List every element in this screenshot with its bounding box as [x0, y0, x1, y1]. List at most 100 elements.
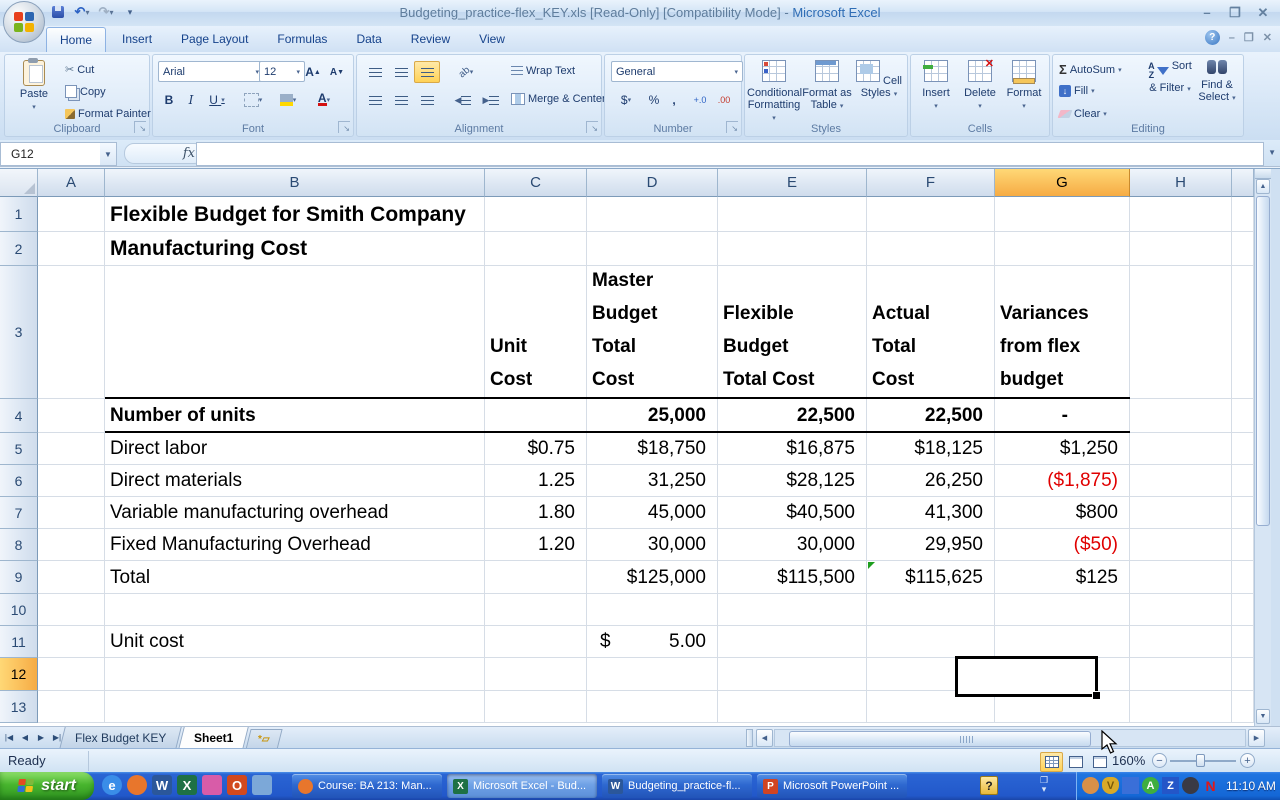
cell-A2[interactable]: [38, 232, 105, 266]
horizontal-split-handle[interactable]: [746, 729, 753, 747]
column-header-H[interactable]: H: [1130, 169, 1232, 197]
workbook-minimize-button[interactable]: –: [1229, 32, 1235, 44]
cell-G9[interactable]: $125: [995, 561, 1130, 594]
font-color-button[interactable]: A ▾: [307, 89, 341, 111]
cut-button[interactable]: ✂ Cut: [63, 62, 96, 77]
cell-C2[interactable]: [485, 232, 587, 266]
column-header-partial[interactable]: [1232, 169, 1254, 197]
format-painter-button[interactable]: Format Painter: [63, 107, 153, 121]
cell-G1[interactable]: [995, 197, 1130, 232]
expand-formula-bar-icon[interactable]: ▼: [1268, 148, 1276, 157]
number-dialog-launcher[interactable]: ↘: [726, 121, 738, 133]
align-right-button[interactable]: [414, 89, 440, 111]
row-header-1[interactable]: 1: [0, 197, 38, 232]
cell-H7[interactable]: [1130, 497, 1232, 529]
cell-D9[interactable]: $125,000: [587, 561, 718, 594]
pink-key-icon[interactable]: [202, 775, 222, 795]
cell-D8[interactable]: 30,000: [587, 529, 718, 561]
excel-icon[interactable]: X: [177, 775, 197, 795]
cell-C7[interactable]: 1.80: [485, 497, 587, 529]
row-header-10[interactable]: 10: [0, 594, 38, 626]
cell-D7[interactable]: 45,000: [587, 497, 718, 529]
cell-E12[interactable]: [718, 658, 867, 691]
increase-indent-button[interactable]: ▶: [477, 89, 505, 111]
format-as-table-button[interactable]: Format as Table ▾: [801, 60, 853, 113]
underline-button[interactable]: U ▾: [202, 89, 232, 111]
cell-G5[interactable]: $1,250: [995, 433, 1130, 465]
cell-E3[interactable]: Flexible Budget Total Cost: [718, 266, 867, 399]
cell-B13[interactable]: [105, 691, 485, 723]
cell-E2[interactable]: [718, 232, 867, 266]
row-header-6[interactable]: 6: [0, 465, 38, 497]
cell-A7[interactable]: [38, 497, 105, 529]
internet-explorer-icon[interactable]: e: [102, 775, 122, 795]
row-header-11[interactable]: 11: [0, 626, 38, 658]
cell-B11[interactable]: Unit cost: [105, 626, 485, 658]
close-button[interactable]: ✕: [1254, 5, 1272, 21]
align-left-button[interactable]: [362, 89, 388, 111]
conditional-formatting-button[interactable]: Conditional Formatting ▾: [747, 60, 802, 125]
cell-D3[interactable]: Master Budget Total Cost: [587, 266, 718, 399]
cell-I2[interactable]: [1232, 232, 1254, 266]
row-header-8[interactable]: 8: [0, 529, 38, 561]
cell-A1[interactable]: [38, 197, 105, 232]
cell-B12[interactable]: [105, 658, 485, 691]
column-header-E[interactable]: E: [718, 169, 867, 197]
vertical-scroll-thumb[interactable]: [1256, 196, 1270, 526]
paste-button[interactable]: Paste ▾: [11, 58, 57, 114]
font-size-select[interactable]: 12 ▾: [259, 61, 305, 82]
cell-H12[interactable]: [1130, 658, 1232, 691]
autosum-button[interactable]: Σ AutoSum ▾: [1057, 61, 1124, 78]
cell-G8[interactable]: ($50): [995, 529, 1130, 561]
insert-function-button[interactable]: fx: [124, 143, 204, 164]
sheet-tab-flex-budget-key[interactable]: Flex Budget KEY: [59, 727, 183, 749]
office-button[interactable]: [3, 1, 45, 43]
cell-H10[interactable]: [1130, 594, 1232, 626]
cell-E1[interactable]: [718, 197, 867, 232]
cell-I10[interactable]: [1232, 594, 1254, 626]
selected-cell-G12[interactable]: [955, 656, 1101, 700]
cell-C9[interactable]: [485, 561, 587, 594]
cell-A6[interactable]: [38, 465, 105, 497]
cell-C5[interactable]: $0.75: [485, 433, 587, 465]
cell-D4[interactable]: 25,000: [587, 399, 718, 433]
orange-ball-icon[interactable]: [1082, 777, 1099, 794]
find-select-button[interactable]: Find & Select ▾: [1195, 60, 1239, 105]
cell-H9[interactable]: [1130, 561, 1232, 594]
cell-F7[interactable]: 41,300: [867, 497, 995, 529]
zoom-in-button[interactable]: +: [1240, 753, 1255, 768]
row-header-5[interactable]: 5: [0, 433, 38, 465]
row-header-3[interactable]: 3: [0, 266, 38, 399]
cell-I7[interactable]: [1232, 497, 1254, 529]
column-header-C[interactable]: C: [485, 169, 587, 197]
cell-I8[interactable]: [1232, 529, 1254, 561]
cell-F10[interactable]: [867, 594, 995, 626]
name-box-dropdown[interactable]: ▼: [100, 142, 117, 166]
cell-A8[interactable]: [38, 529, 105, 561]
insert-worksheet-button[interactable]: *▱: [245, 729, 283, 750]
zoom-out-button[interactable]: −: [1152, 753, 1167, 768]
number-format-select[interactable]: General ▾: [611, 61, 743, 82]
taskbar-button-powerpoint[interactable]: P Microsoft PowerPoint ...: [757, 774, 907, 798]
column-header-D[interactable]: D: [587, 169, 718, 197]
sheet-tab-sheet1[interactable]: Sheet1: [178, 727, 250, 749]
red-n-icon[interactable]: N: [1202, 777, 1219, 794]
insert-cells-button[interactable]: Insert ▾: [915, 60, 957, 113]
cell-B7[interactable]: Variable manufacturing overhead: [105, 497, 485, 529]
orientation-button[interactable]: ab ▾: [449, 61, 483, 83]
cell-E8[interactable]: 30,000: [718, 529, 867, 561]
cell-B1[interactable]: Flexible Budget for Smith Company: [105, 197, 471, 232]
help-icon[interactable]: ?: [1204, 30, 1220, 45]
next-sheet-button[interactable]: ▶: [34, 729, 48, 746]
firefox-icon[interactable]: [127, 775, 147, 795]
cell-E10[interactable]: [718, 594, 867, 626]
copy-button[interactable]: Copy: [63, 84, 108, 99]
cell-C8[interactable]: 1.20: [485, 529, 587, 561]
tab-page-layout[interactable]: Page Layout: [168, 27, 261, 52]
word-icon[interactable]: W: [152, 775, 172, 795]
cell-D10[interactable]: [587, 594, 718, 626]
cell-B4[interactable]: Number of units: [105, 399, 485, 433]
scroll-right-button[interactable]: ▶: [1248, 729, 1265, 747]
cell-D2[interactable]: [587, 232, 718, 266]
increase-decimal-button[interactable]: +.0: [687, 89, 713, 111]
